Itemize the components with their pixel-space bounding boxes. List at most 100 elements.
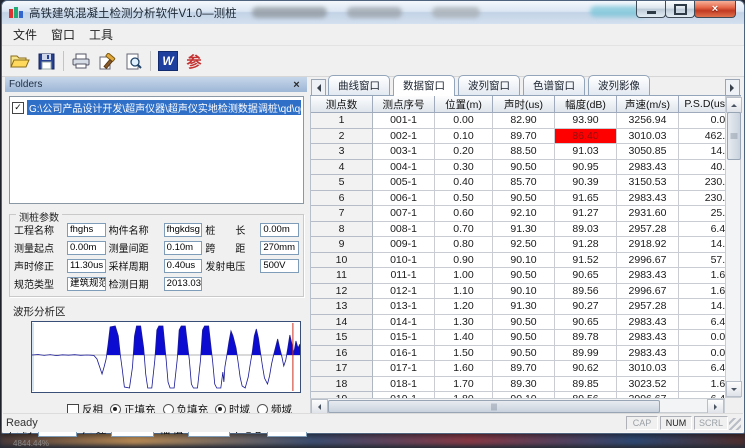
table-cell[interactable]: 1.10 <box>435 284 493 300</box>
folders-caption-bar[interactable]: Folders × <box>5 77 307 92</box>
folder-path-label[interactable]: G:\公司产品设计开发\超声仪器\超声仪实地检测数据调桩\qd\qd03\qd0… <box>27 100 301 115</box>
table-cell[interactable]: 010-1 <box>373 253 435 269</box>
table-cell[interactable]: 1.20 <box>435 299 493 315</box>
table-row[interactable]: 3003-10.2088.5091.033050.8514.4 <box>311 144 725 160</box>
table-cell[interactable]: 006-1 <box>373 191 435 207</box>
tab-scroll-right-button[interactable] <box>725 79 740 96</box>
table-cell[interactable]: 1.60 <box>679 377 725 393</box>
table-cell[interactable]: 91.03 <box>555 144 617 160</box>
table-cell[interactable]: 90.50 <box>493 330 555 346</box>
table-cell[interactable]: 2983.43 <box>617 346 679 362</box>
table-cell[interactable]: 011-1 <box>373 268 435 284</box>
table-cell[interactable]: 90.95 <box>555 160 617 176</box>
table-cell[interactable]: 9 <box>311 237 373 253</box>
scroll-up-button[interactable] <box>726 97 742 113</box>
table-cell[interactable]: 25.6 <box>679 206 725 222</box>
waveform-chart[interactable] <box>31 321 301 393</box>
table-cell[interactable]: 1.60 <box>679 284 725 300</box>
table-cell[interactable]: 3 <box>311 144 373 160</box>
table-row[interactable]: 10010-10.9090.1091.522996.6757.6 <box>311 253 725 269</box>
tab-0[interactable]: 曲线窗口 <box>328 75 390 95</box>
table-cell[interactable]: 3256.94 <box>617 113 679 129</box>
menu-item-1[interactable]: 窗口 <box>44 24 82 45</box>
table-cell[interactable]: 89.70 <box>493 361 555 377</box>
table-cell[interactable]: 91.27 <box>555 206 617 222</box>
table-cell[interactable]: 015-1 <box>373 330 435 346</box>
table-cell[interactable]: 90.50 <box>493 346 555 362</box>
folder-checkbox[interactable]: ✓ <box>12 102 24 114</box>
tab-3[interactable]: 色谱窗口 <box>523 75 585 95</box>
table-cell[interactable]: 2 <box>311 129 373 145</box>
table-cell[interactable]: 6 <box>311 191 373 207</box>
table-cell[interactable]: 91.30 <box>493 222 555 238</box>
table-cell[interactable]: 2983.43 <box>617 191 679 207</box>
table-cell[interactable]: 89.78 <box>555 330 617 346</box>
column-header-4[interactable]: 幅度(dB) <box>555 96 617 113</box>
table-cell[interactable]: 0.40 <box>435 175 493 191</box>
table-cell[interactable]: 90.27 <box>555 299 617 315</box>
print-setup-button[interactable] <box>94 49 120 73</box>
table-cell[interactable]: 90.39 <box>555 175 617 191</box>
table-cell[interactable]: 91.52 <box>555 253 617 269</box>
word-export-button[interactable]: W <box>155 49 181 73</box>
column-header-2[interactable]: 位置(m) <box>435 96 493 113</box>
scroll-left-button[interactable] <box>311 399 328 414</box>
table-cell[interactable]: 001-1 <box>373 113 435 129</box>
table-cell[interactable]: 0.00 <box>435 113 493 129</box>
table-cell[interactable]: 2983.43 <box>617 160 679 176</box>
folders-list[interactable]: ✓ G:\公司产品设计开发\超声仪器\超声仪实地检测数据调桩\qd\qd03\q… <box>9 96 304 204</box>
table-cell[interactable]: 1.50 <box>435 346 493 362</box>
table-cell[interactable]: 0.10 <box>435 129 493 145</box>
horizontal-scrollbar[interactable] <box>310 398 725 413</box>
table-cell[interactable]: 90.50 <box>493 315 555 331</box>
table-cell[interactable]: 1.40 <box>435 330 493 346</box>
open-file-button[interactable] <box>7 49 33 73</box>
table-row[interactable]: 14014-11.3090.5090.652983.436.40 <box>311 315 725 331</box>
horizontal-scroll-thumb[interactable] <box>328 400 660 413</box>
table-cell[interactable]: 90.50 <box>493 191 555 207</box>
table-cell[interactable]: 013-1 <box>373 299 435 315</box>
table-cell[interactable]: 92.10 <box>493 206 555 222</box>
table-cell[interactable]: 0.00 <box>679 346 725 362</box>
table-cell[interactable]: 017-1 <box>373 361 435 377</box>
table-cell[interactable]: 008-1 <box>373 222 435 238</box>
table-cell[interactable]: 90.65 <box>555 268 617 284</box>
table-cell[interactable]: 016-1 <box>373 346 435 362</box>
table-cell[interactable]: 1.00 <box>435 268 493 284</box>
table-cell[interactable]: 007-1 <box>373 206 435 222</box>
table-row[interactable]: 4004-10.3090.5090.952983.4340.0 <box>311 160 725 176</box>
table-cell[interactable]: 91.65 <box>555 191 617 207</box>
table-row[interactable]: 16016-11.5090.5089.992983.430.00 <box>311 346 725 362</box>
table-row[interactable]: 5005-10.4085.7090.393150.53230.4 <box>311 175 725 191</box>
table-cell[interactable]: 3150.53 <box>617 175 679 191</box>
table-cell[interactable]: 90.10 <box>493 284 555 300</box>
table-cell[interactable]: 3023.52 <box>617 377 679 393</box>
table-cell[interactable]: 2918.92 <box>617 237 679 253</box>
menu-item-0[interactable]: 文件 <box>6 24 44 45</box>
table-cell[interactable]: 0.00 <box>679 330 725 346</box>
table-cell[interactable]: 1.30 <box>435 315 493 331</box>
parameters-button[interactable]: 参 <box>181 49 207 73</box>
table-cell[interactable]: 2983.43 <box>617 330 679 346</box>
minimize-button[interactable] <box>636 1 666 18</box>
table-cell[interactable]: 17 <box>311 361 373 377</box>
tab-2[interactable]: 波列窗口 <box>458 75 520 95</box>
table-cell[interactable]: 462.4 <box>679 129 725 145</box>
column-header-5[interactable]: 声速(m/s) <box>617 96 679 113</box>
table-row[interactable]: 7007-10.6092.1091.272931.6025.6 <box>311 206 725 222</box>
table-cell[interactable]: 57.6 <box>679 253 725 269</box>
table-cell[interactable]: 2957.28 <box>617 299 679 315</box>
table-cell[interactable]: 1.60 <box>435 361 493 377</box>
table-cell[interactable]: 3010.03 <box>617 129 679 145</box>
table-cell[interactable]: 2983.43 <box>617 315 679 331</box>
table-cell[interactable]: 16 <box>311 346 373 362</box>
close-button[interactable]: × <box>694 1 736 18</box>
table-cell[interactable]: 0.50 <box>435 191 493 207</box>
table-cell[interactable]: 014-1 <box>373 315 435 331</box>
table-cell[interactable]: 88.50 <box>493 144 555 160</box>
table-cell[interactable]: 0.00 <box>679 113 725 129</box>
table-cell[interactable]: 4 <box>311 160 373 176</box>
table-row[interactable]: 17017-11.6089.7090.623010.036.40 <box>311 361 725 377</box>
table-cell[interactable]: 89.03 <box>555 222 617 238</box>
table-row[interactable]: 6006-10.5090.5091.652983.43230.4 <box>311 191 725 207</box>
